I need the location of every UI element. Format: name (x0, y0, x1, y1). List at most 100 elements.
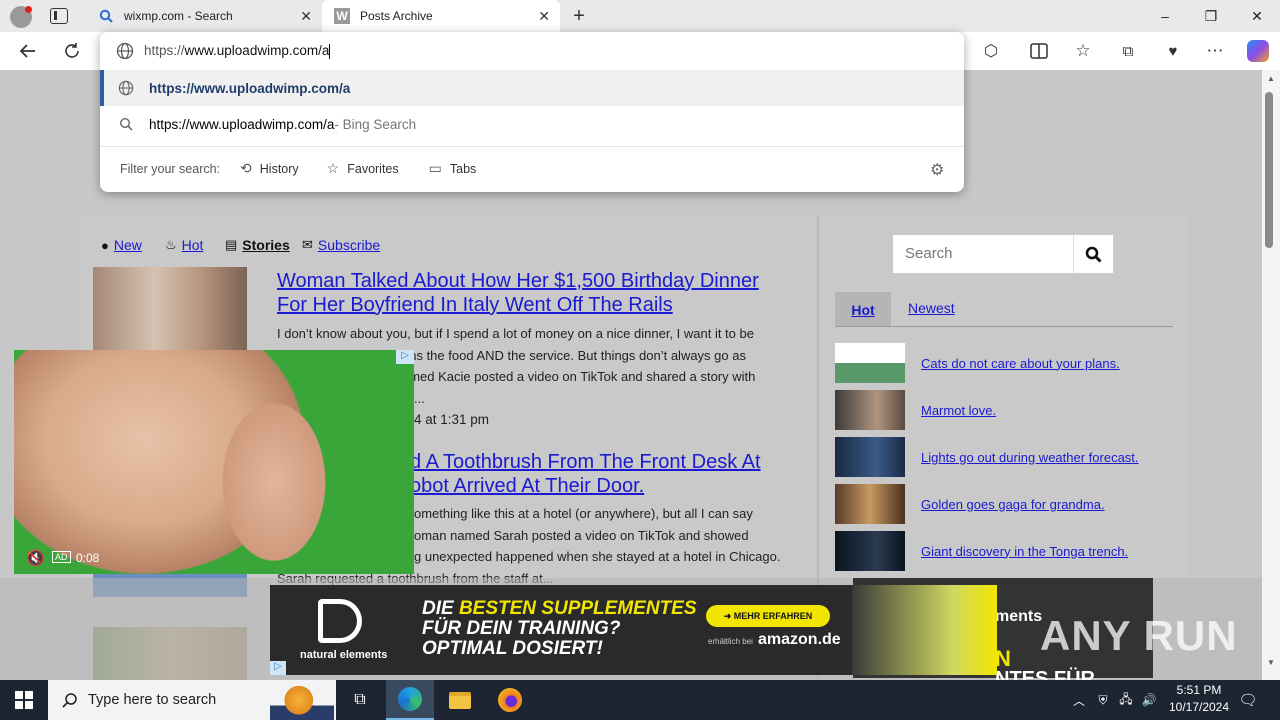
close-tab-icon[interactable]: ✕ (300, 8, 312, 25)
sidebar-thumbnail[interactable] (835, 484, 905, 524)
nav-subscribe-link[interactable]: Subscribe (318, 237, 380, 253)
sidebar-tab-newest-link[interactable]: Newest (908, 300, 955, 316)
copilot-button[interactable] (1243, 38, 1273, 64)
sidebar-item[interactable]: Marmot love. (835, 390, 996, 430)
star-icon: ☆ (1075, 41, 1091, 60)
sidebar-tab-hot-link[interactable]: Hot (851, 302, 874, 318)
sidebar-search-button[interactable] (1073, 235, 1113, 273)
sidebar-item[interactable]: Giant discovery in the Tonga trench. (835, 531, 1128, 571)
start-button[interactable] (0, 680, 48, 720)
edge-icon (398, 687, 422, 711)
tab-title: Posts Archive (360, 9, 433, 23)
suggestion-bing-search[interactable]: https://www.uploadwimp.com/a - Bing Sear… (100, 106, 964, 142)
excerpt-line: I don’t know about you, but if I spend a… (277, 326, 754, 341)
mail-icon: ✉ (302, 237, 313, 252)
scrollbar-thumb[interactable] (1265, 92, 1273, 248)
tab-actions-icon[interactable] (50, 8, 68, 24)
sidebar-item[interactable]: Cats do not care about your plans. (835, 343, 1120, 383)
edge-taskbar-button[interactable] (386, 680, 434, 720)
nav-stories[interactable]: ▤ Stories (225, 237, 290, 253)
filter-tabs[interactable]: ▭ Tabs (429, 160, 477, 177)
task-view-button[interactable]: ⧉ (336, 680, 384, 720)
tab-posts-archive[interactable]: W Posts Archive ✕ (322, 0, 560, 32)
nav-hot-link[interactable]: Hot (182, 237, 204, 253)
browser-essentials-button[interactable]: ♥ (1158, 38, 1188, 64)
taskbar-clock[interactable]: 5:51 PM 10/17/2024 (1160, 682, 1238, 716)
sidebar-item[interactable]: Lights go out during weather forecast. (835, 437, 1139, 477)
sidebar-item-link[interactable]: Cats do not care about your plans. (921, 356, 1120, 371)
taskbar-search[interactable]: Type here to search (48, 680, 336, 720)
nav-stories-link[interactable]: Stories (242, 237, 289, 253)
banner-headline-text: BESTEN SUPPLEMENTES (458, 598, 697, 619)
close-tab-icon[interactable]: ✕ (538, 8, 550, 25)
close-window-button[interactable]: ✕ (1234, 0, 1280, 32)
ad-choices-icon[interactable]: ▷ (270, 661, 286, 675)
sidebar-thumbnail[interactable] (835, 531, 905, 571)
settings-menu-button[interactable]: ⋯ (1200, 38, 1230, 64)
filter-favorites[interactable]: ☆ Favorites (327, 160, 399, 177)
profile-avatar[interactable] (10, 6, 32, 28)
post-headline[interactable]: d A Toothbrush From The Front Desk At ob… (410, 450, 810, 498)
mute-icon[interactable]: 🔇 (26, 549, 45, 567)
sidebar-item[interactable]: Golden goes gaga for grandma. (835, 484, 1105, 524)
banner-ad[interactable]: natural elements DIE BESTEN SUPPLEMENTES… (270, 585, 997, 675)
clock-date: 10/17/2024 (1168, 700, 1230, 714)
file-explorer-button[interactable] (436, 680, 484, 720)
sidebar-item-link[interactable]: Lights go out during weather forecast. (921, 450, 1139, 465)
scroll-down-icon[interactable]: ▼ (1267, 658, 1275, 667)
nav-subscribe[interactable]: ✉ Subscribe (302, 237, 380, 253)
address-bar[interactable]: https://www.uploadwimp.com/a (100, 32, 964, 70)
new-tab-button[interactable]: + (568, 5, 590, 27)
refresh-icon (65, 43, 79, 58)
chevron-up-icon[interactable]: ︿ (1070, 680, 1088, 720)
firefox-button[interactable] (486, 680, 534, 720)
sidebar-item-link[interactable]: Giant discovery in the Tonga trench. (921, 544, 1128, 559)
banner-headline: DIE BESTEN SUPPLEMENTES FÜR DEIN TRAININ… (422, 599, 697, 659)
sidebar-tab-newest[interactable]: Newest (908, 300, 955, 316)
back-button[interactable] (13, 38, 43, 64)
back-arrow-icon (19, 44, 35, 58)
suggestion-url[interactable]: https://www.uploadwimp.com/a (100, 70, 964, 106)
sidebar-item-link[interactable]: Marmot love. (921, 403, 996, 418)
sidebar-thumbnail[interactable] (835, 343, 905, 383)
gear-icon[interactable]: ⚙ (930, 160, 944, 180)
post-headline[interactable]: Woman Talked About How Her $1,500 Birthd… (277, 269, 797, 317)
anyrun-watermark: ANY RUN (1040, 612, 1238, 659)
sidebar-thumbnail[interactable] (835, 390, 905, 430)
collections-button[interactable]: ⧉ (1113, 38, 1143, 64)
video-ad[interactable]: ▷ 🔇 AD 0:08 (14, 350, 414, 574)
omnibox-dropdown: https://www.uploadwimp.com/a https://www… (100, 32, 964, 192)
puzzle-icon: ⬡ (984, 43, 998, 60)
post-thumbnail[interactable] (93, 267, 247, 353)
filter-history[interactable]: ⟲ History (240, 160, 299, 177)
sidebar-item-link[interactable]: Golden goes gaga for grandma. (921, 497, 1105, 512)
sidebar-tab-hot[interactable]: Hot (835, 292, 891, 327)
banner-cta-button[interactable]: ➜ MEHR ERFAHREN (706, 605, 830, 627)
refresh-button[interactable] (57, 38, 87, 64)
ad-choices-icon[interactable]: ▷ (396, 350, 414, 364)
list-icon: ▤ (225, 237, 238, 252)
tab-wixmp-search[interactable]: wixmp.com - Search ✕ (86, 0, 322, 32)
address-input[interactable]: https://www.uploadwimp.com/a (144, 43, 331, 59)
nav-hot[interactable]: ♨ Hot (165, 237, 203, 253)
network-icon[interactable]: 🖧 (1117, 680, 1135, 720)
volume-icon[interactable]: 🔊 (1140, 680, 1158, 720)
notification-icon[interactable]: 🗨 (1236, 680, 1260, 720)
security-icon[interactable]: ⛨ (1094, 680, 1112, 720)
nav-new[interactable]: ● New (101, 237, 142, 253)
sidebar-search-input[interactable]: Search (893, 235, 1073, 273)
scroll-up-icon[interactable]: ▲ (1267, 74, 1275, 83)
banner-brand: natural elements (300, 649, 388, 661)
split-screen-button[interactable] (1024, 38, 1054, 64)
heart-pulse-icon: ♥ (1168, 42, 1178, 60)
favorites-button[interactable]: ☆ (1068, 38, 1098, 64)
sidebar-thumbnail[interactable] (835, 437, 905, 477)
minimize-button[interactable]: – (1142, 0, 1188, 32)
notification-dot (25, 6, 32, 13)
task-view-icon: ⧉ (354, 691, 366, 708)
extensions-button[interactable]: ⬡ (976, 38, 1006, 64)
maximize-button[interactable]: ❐ (1188, 0, 1234, 32)
search-icon (62, 692, 78, 708)
filter-label: Filter your search: (120, 161, 221, 176)
nav-new-link[interactable]: New (114, 237, 142, 253)
